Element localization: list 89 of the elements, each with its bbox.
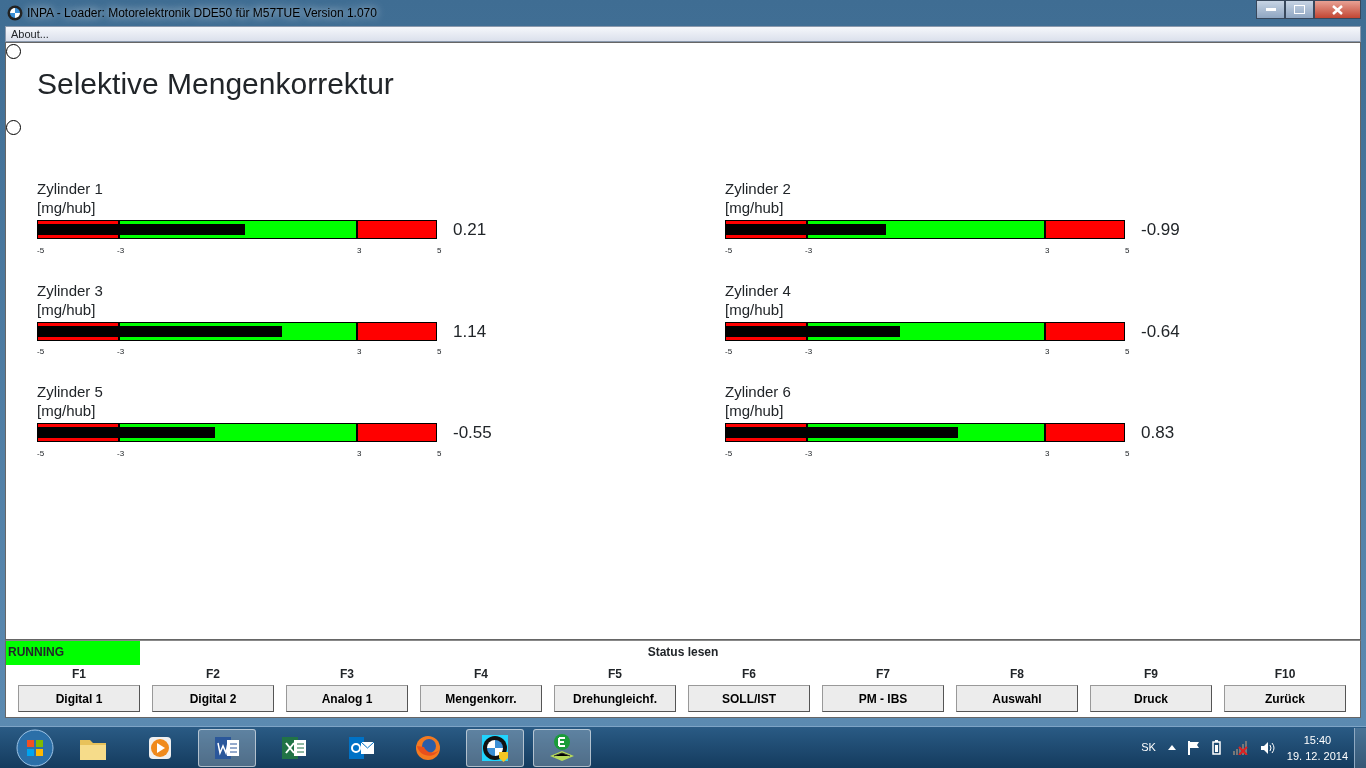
tick-label: 3 <box>1045 244 1050 257</box>
function-button[interactable]: Digital 1 <box>18 685 140 712</box>
start-button[interactable] <box>16 728 54 767</box>
function-button[interactable]: PM - IBS <box>822 685 944 712</box>
tick-label: -5 <box>725 346 733 358</box>
minimize-button[interactable] <box>1256 0 1285 19</box>
function-button[interactable]: SOLL/IST <box>688 685 810 712</box>
tick-label: -3 <box>805 447 813 460</box>
tick-label: -3 <box>117 447 125 460</box>
gauge-label: Zylinder 4 <box>725 280 792 300</box>
function-button[interactable]: Auswahl <box>956 685 1078 712</box>
chevron-up-icon[interactable] <box>1167 745 1176 750</box>
radio-button[interactable] <box>6 120 21 135</box>
tick-label: -3 <box>117 244 125 257</box>
gauge-reading: 1.14 <box>453 320 487 343</box>
gauge-label: Zylinder 2 <box>725 179 792 198</box>
clock-time: 15:40 <box>1303 732 1332 748</box>
menu-item[interactable]: About... <box>6 27 54 41</box>
taskbar-button[interactable] <box>198 728 256 767</box>
gauge-label: Zylinder 5 <box>37 382 104 401</box>
tick-label: -5 <box>37 447 45 460</box>
function-button[interactable]: Drehungleichf. <box>554 685 676 712</box>
function-button[interactable]: Zurück <box>1224 685 1346 712</box>
tick-label: 5 <box>437 346 442 358</box>
tick-label: 5 <box>437 244 442 257</box>
minimize-icon <box>1265 7 1276 12</box>
tick-label: 3 <box>1045 346 1050 358</box>
key-label: F3 <box>340 666 354 683</box>
tick-label: 3 <box>357 244 362 257</box>
tick-label: -3 <box>117 346 125 358</box>
gauge-reading: 0.83 <box>1141 422 1175 444</box>
unit-label: [mg/hub] <box>37 299 97 319</box>
key-label: F1 <box>72 666 86 683</box>
gauge-reading: -0.64 <box>1141 320 1180 343</box>
key-label: F2 <box>206 666 220 683</box>
key-label: F8 <box>1010 666 1024 683</box>
speaker-icon[interactable] <box>1260 740 1275 755</box>
tick-label: 3 <box>1045 447 1050 460</box>
tick-label: -5 <box>37 244 45 257</box>
function-button[interactable]: Digital 2 <box>152 685 274 712</box>
tick-label: -3 <box>805 346 813 358</box>
tick-label: 3 <box>357 447 362 460</box>
key-label: F4 <box>474 666 488 683</box>
gauge-label: Zylinder 6 <box>725 382 792 401</box>
unit-label: [mg/hub] <box>37 198 97 217</box>
clock[interactable]: 15:40 19. 12. 2014 <box>1286 731 1348 764</box>
gauge-label: Zylinder 1 <box>37 179 104 198</box>
gauge-reading: 0.21 <box>453 219 487 241</box>
tick-label: 5 <box>1125 244 1130 257</box>
function-button[interactable]: Mengenkorr. <box>420 685 542 712</box>
tick-label: 5 <box>437 447 442 460</box>
app-icon <box>7 5 23 21</box>
key-label: F9 <box>1144 666 1158 683</box>
tick-label: -5 <box>725 244 733 257</box>
tick-label: -3 <box>805 244 813 257</box>
battery-icon[interactable] <box>1211 740 1221 755</box>
key-label: F6 <box>742 666 756 683</box>
unit-label: [mg/hub] <box>725 299 785 319</box>
function-button[interactable]: Analog 1 <box>286 685 408 712</box>
tick-label: 3 <box>357 346 362 358</box>
clock-date: 19. 12. 2014 <box>1286 748 1348 764</box>
gauge-label: Zylinder 3 <box>37 280 104 300</box>
taskbar-button[interactable] <box>533 728 591 767</box>
window-title: INPA - Loader: Motorelektronik DDE50 für M57TUE Version 1.070 <box>27 5 377 22</box>
key-label: F10 <box>1274 666 1296 683</box>
key-label: F5 <box>608 666 622 683</box>
tick-label: 5 <box>1125 447 1130 460</box>
unit-label: [mg/hub] <box>725 401 785 420</box>
status-indicator: RUNNING <box>6 641 140 665</box>
radio-button[interactable] <box>6 44 21 59</box>
close-button[interactable] <box>1314 0 1361 19</box>
gauge-reading: -0.99 <box>1141 219 1180 241</box>
flag-icon[interactable] <box>1187 740 1200 755</box>
language-indicator[interactable]: SK <box>1141 739 1156 756</box>
key-label: F7 <box>876 666 890 683</box>
maximize-button[interactable] <box>1285 0 1314 19</box>
unit-label: [mg/hub] <box>725 198 785 217</box>
maximize-icon <box>1294 5 1305 14</box>
tick-label: -5 <box>725 447 733 460</box>
tick-label: 5 <box>1125 346 1130 358</box>
page-title: Selektive Mengenkorrektur <box>37 67 395 101</box>
tick-label: -5 <box>37 346 45 358</box>
status-title: Status lesen <box>646 644 720 661</box>
close-icon <box>1332 4 1343 15</box>
function-button[interactable]: Druck <box>1090 685 1212 712</box>
taskbar-button[interactable] <box>466 728 524 767</box>
show-desktop-button[interactable] <box>1354 727 1366 768</box>
unit-label: [mg/hub] <box>37 401 97 420</box>
gauge-reading: -0.55 <box>453 422 492 444</box>
